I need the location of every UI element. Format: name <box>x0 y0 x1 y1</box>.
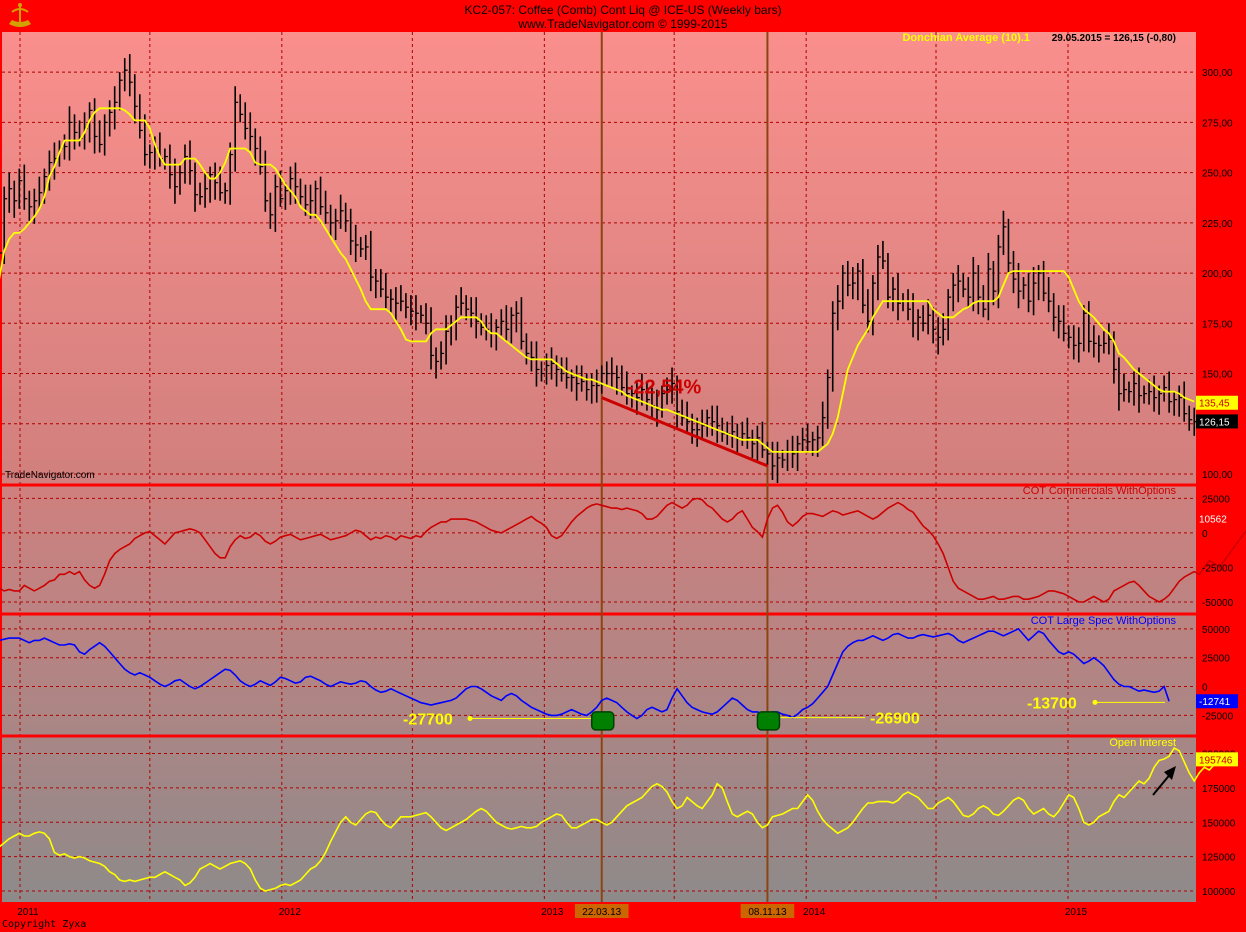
y-tick-label: 175000 <box>1202 784 1236 795</box>
large-spec-annotation: -13700 <box>1027 695 1077 712</box>
y-tick-label: 50000 <box>1202 625 1230 636</box>
x-tick-label: 2013 <box>541 907 564 918</box>
percent-change-annotation: -22,54% <box>627 377 702 399</box>
large-spec-annotation: -27700 <box>403 712 453 729</box>
highlight-box <box>756 711 781 731</box>
annotation-dot <box>467 716 473 721</box>
x-tick-label: 2012 <box>279 907 302 918</box>
y-tick-label: 150000 <box>1202 818 1236 829</box>
y-tick-label: 275,00 <box>1202 118 1233 129</box>
open-interest-last-label: 195746 <box>1199 755 1233 766</box>
y-tick-label: 25000 <box>1202 654 1230 665</box>
commercials-title: COT Commercials WithOptions <box>1023 485 1177 497</box>
y-tick-label: 150,00 <box>1202 370 1233 381</box>
y-tick-label: 25000 <box>1202 494 1230 505</box>
watermark: TradeNavigator.com <box>5 470 95 481</box>
y-tick-label: 125000 <box>1202 853 1236 864</box>
chart-window: KC2-057: Coffee (Comb) Cont Liq @ ICE-US… <box>0 0 1246 932</box>
x-tick-label: 2011 <box>17 907 39 918</box>
large-spec-annotation: -26900 <box>870 711 920 728</box>
y-tick-label: 100000 <box>1202 887 1236 898</box>
large-spec-last-label: -12741 <box>1199 697 1231 708</box>
copyright: Copyright Zyxa <box>2 919 87 930</box>
y-tick-label: 0 <box>1202 683 1208 694</box>
y-tick-label: -50000 <box>1202 598 1234 609</box>
highlight-box <box>590 711 615 731</box>
y-tick-label: 200,00 <box>1202 269 1233 280</box>
annotation-dot <box>1092 699 1098 705</box>
event-date-label: 22.03.13 <box>582 907 621 918</box>
y-tick-label: 300,00 <box>1202 68 1233 79</box>
event-date-label: 08.11.13 <box>748 907 787 918</box>
donchian-legend: Donchian Average (10).1 <box>902 32 1030 44</box>
last-price-info: 29.05.2015 = 126,15 (-0,80) <box>1052 33 1176 44</box>
y-tick-label: 0 <box>1202 529 1208 540</box>
open-interest-title: Open Interest <box>1109 737 1176 749</box>
y-tick-label: 225,00 <box>1202 219 1233 230</box>
large-spec-title: COT Large Spec WithOptions <box>1031 615 1177 627</box>
x-tick-label: 2014 <box>803 907 826 918</box>
donchian-last-label: 135,45 <box>1199 399 1230 410</box>
price-last-label: 126,15 <box>1199 417 1230 428</box>
y-tick-label: 175,00 <box>1202 319 1233 330</box>
chart-canvas: -22,54% -27700 -26900 -13700 Donchian Averag… <box>0 32 1246 932</box>
y-tick-label: -25000 <box>1202 711 1234 722</box>
x-tick-label: 2015 <box>1065 907 1088 918</box>
right-axis-band <box>1196 32 1246 932</box>
y-tick-label: 100,00 <box>1202 470 1233 481</box>
commercials-last-label: 10562 <box>1199 514 1227 525</box>
y-tick-label: -25000 <box>1202 563 1234 574</box>
y-tick-label: 250,00 <box>1202 169 1233 180</box>
